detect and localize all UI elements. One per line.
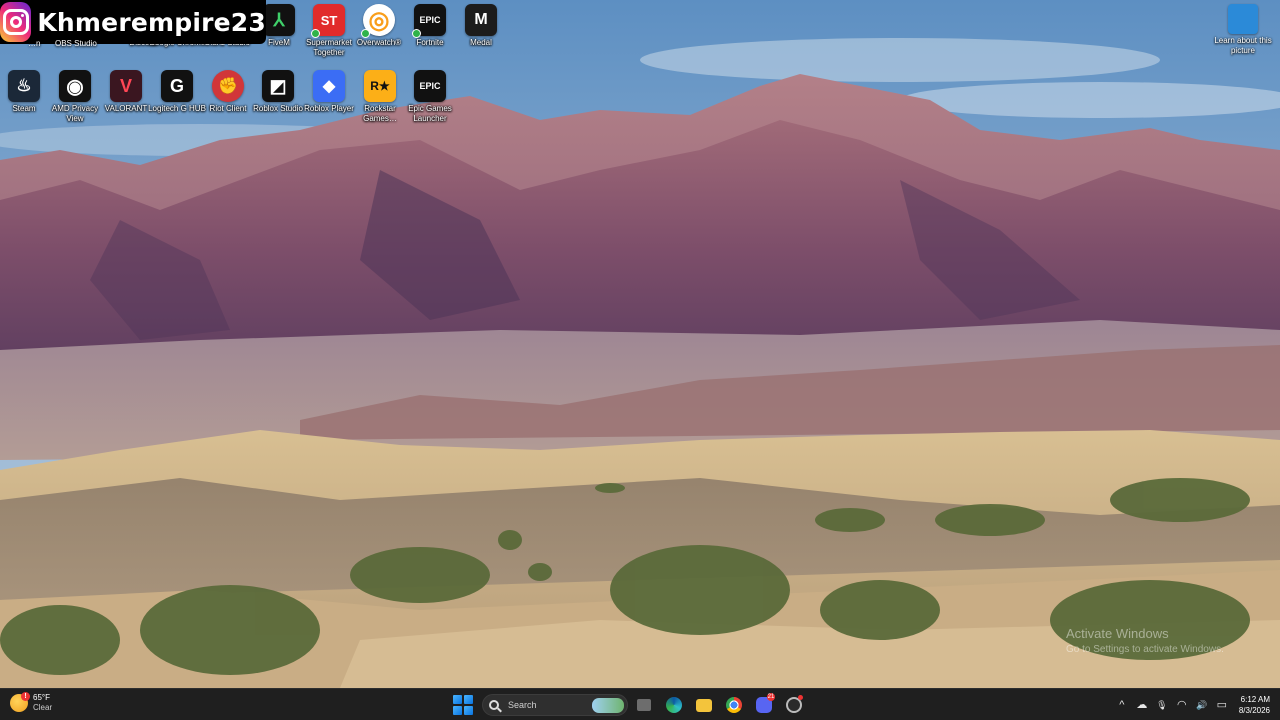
taskbar-edge[interactable]: [660, 692, 688, 718]
weather-alert-badge: !: [21, 692, 30, 701]
roblox-player-glyph: ◆: [322, 78, 336, 95]
steam-icon: ♨: [8, 70, 40, 102]
tray-overflow-chevron-icon[interactable]: ^: [1115, 698, 1129, 712]
desktop-icon-overwatch[interactable]: ◎ Overwatch®: [352, 4, 406, 70]
taskbar: ! 65°F Clear Search 21 ^ ☁ 🎙 ◠ 🔊 ▭ 6:12 …: [0, 688, 1280, 720]
desktop-icon-amd-privacy-view[interactable]: ◉ AMD Privacy View: [48, 70, 102, 136]
activate-windows-watermark: Activate Windows Go to Settings to activ…: [1066, 626, 1224, 658]
installed-badge-icon: [361, 29, 370, 38]
desktop-icon-rockstar-games[interactable]: R★ Rockstar Games…: [353, 70, 407, 136]
logitech-icon: G: [161, 70, 193, 102]
desktop-icon-roblox-player[interactable]: ◆ Roblox Player: [302, 70, 356, 136]
rockstar-glyph: R★: [370, 79, 390, 93]
wifi-icon[interactable]: ◠: [1175, 698, 1189, 712]
battery-icon[interactable]: ▭: [1215, 698, 1229, 712]
desktop-icon-supermarket-together[interactable]: ST Supermarket Together: [302, 4, 356, 70]
streamer-overlay-banner: Khmerempire23: [0, 0, 266, 44]
supermarket-glyph: ST: [320, 12, 338, 28]
watermark-subtitle: Go to Settings to activate Windows.: [1066, 644, 1224, 655]
taskbar-file-explorer[interactable]: [690, 692, 718, 718]
weather-condition: Clear: [33, 703, 53, 712]
microphone-icon[interactable]: 🎙: [1155, 698, 1169, 712]
start-button[interactable]: [452, 694, 474, 716]
learn-about-picture[interactable]: Learn about this picture: [1214, 4, 1272, 56]
desktop-icon-riot-client[interactable]: ✊ Riot Client: [201, 70, 255, 136]
weather-widget[interactable]: ! 65°F Clear: [10, 692, 52, 713]
desktop-icon-label-obs[interactable]: OBS Studio: [55, 39, 97, 48]
weather-temp: 65°F: [33, 693, 50, 702]
notification-dot: [798, 695, 803, 700]
epic-glyph: EPIC: [419, 81, 441, 91]
task-view-icon: [637, 699, 651, 711]
clock-time: 6:12 AM: [1240, 695, 1270, 704]
epic-glyph: EPIC: [419, 15, 441, 25]
steam-glyph: ♨: [16, 76, 32, 95]
desktop-icon-label: Epic Games Launcher: [408, 104, 452, 123]
search-icon: [489, 700, 499, 710]
system-tray: ^ ☁ 🎙 ◠ 🔊 ▭ 6:12 AM 8/3/2026: [1109, 689, 1280, 720]
search-highlight-art: [592, 698, 624, 713]
amd-privacy-icon: ◉: [59, 70, 91, 102]
taskbar-task-view[interactable]: [630, 692, 658, 718]
discord-notification-badge: 21: [767, 693, 775, 701]
installed-badge-icon: [311, 29, 320, 38]
valorant-icon: V: [110, 70, 142, 102]
medal-glyph: M: [474, 11, 488, 28]
amd-glyph: ◉: [66, 75, 84, 98]
valorant-glyph: V: [119, 75, 132, 96]
installed-badge-icon: [412, 29, 421, 38]
desktop-icon-label-partial[interactable]: …n: [28, 39, 40, 48]
desktop-icon-fortnite[interactable]: EPIC Fortnite: [403, 4, 457, 70]
riot-glyph: ✊: [218, 78, 238, 95]
taskbar-search[interactable]: Search: [482, 694, 628, 716]
onedrive-cloud-icon[interactable]: ☁: [1135, 698, 1149, 712]
fivem-icon: ⅄: [263, 4, 295, 36]
overwatch-glyph: ◎: [368, 6, 390, 34]
windows-logo-icon: [453, 695, 462, 704]
folder-icon: [696, 698, 712, 712]
desktop-icon-medal[interactable]: M Medal: [454, 4, 508, 70]
epic-games-icon: EPIC: [414, 70, 446, 102]
medal-icon: M: [465, 4, 497, 36]
weather-sun-icon: !: [10, 692, 30, 712]
search-placeholder: Search: [508, 700, 537, 710]
rockstar-icon: R★: [364, 70, 396, 102]
fortnite-icon: EPIC: [412, 4, 446, 38]
roblox-studio-glyph: ◩: [269, 75, 287, 96]
desktop-icon-roblox-studio[interactable]: ◩ Roblox Studio: [251, 70, 305, 136]
taskbar-discord[interactable]: 21: [750, 692, 778, 718]
riot-icon: ✊: [212, 70, 244, 102]
taskbar-chrome[interactable]: [720, 692, 748, 718]
taskbar-clock[interactable]: 6:12 AM 8/3/2026: [1239, 694, 1270, 716]
desktop-icon-steam[interactable]: ♨ Steam: [0, 70, 51, 136]
learn-about-label: Learn about this picture: [1214, 36, 1272, 55]
desktop-icon-label: Medal: [470, 38, 492, 47]
taskbar-app-extra[interactable]: [780, 692, 808, 718]
weather-text: 65°F Clear: [33, 693, 52, 713]
taskbar-center: Search 21: [452, 692, 808, 718]
volume-icon[interactable]: 🔊: [1195, 698, 1209, 712]
streamer-name: Khmerempire23: [37, 7, 266, 37]
desktop-icon-logitech-g-hub[interactable]: G Logitech G HUB: [148, 70, 206, 136]
clock-date: 8/3/2026: [1238, 706, 1270, 715]
fivem-glyph: ⅄: [273, 9, 285, 30]
watermark-title: Activate Windows: [1066, 626, 1169, 641]
overwatch-icon: ◎: [361, 4, 395, 38]
roblox-player-icon: ◆: [313, 70, 345, 102]
desktop-icon-epic-games-launcher[interactable]: EPIC Epic Games Launcher: [403, 70, 457, 136]
spotlight-icon: [1228, 4, 1258, 34]
edge-icon: [666, 697, 682, 713]
roblox-studio-icon: ◩: [262, 70, 294, 102]
supermarket-icon: ST: [311, 4, 345, 38]
logitech-glyph: G: [169, 75, 184, 96]
instagram-icon: [0, 2, 32, 42]
desktop-icon-valorant[interactable]: V VALORANT: [99, 70, 153, 136]
chrome-icon: [726, 697, 742, 713]
